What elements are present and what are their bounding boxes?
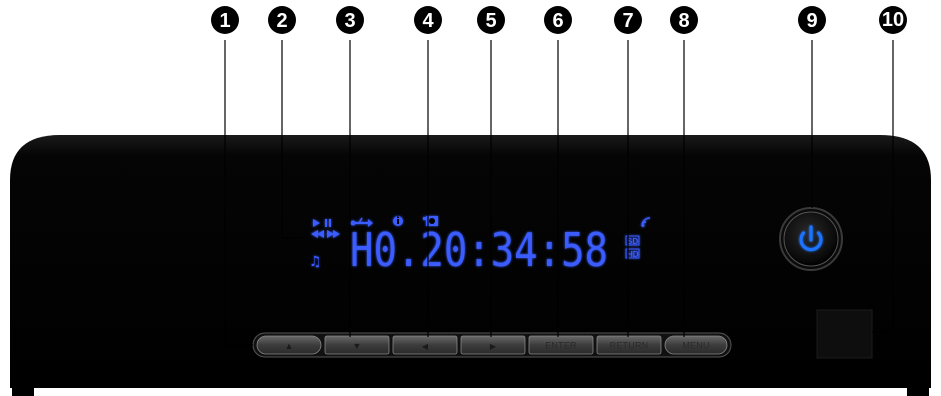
up-button[interactable]: ▲: [256, 335, 322, 355]
svg-text:8: 8: [678, 10, 689, 32]
svg-text:1: 1: [219, 10, 230, 32]
svg-text:3: 3: [344, 10, 355, 32]
svg-text:2: 2: [276, 10, 287, 32]
menu-button[interactable]: MENU: [664, 335, 728, 355]
down-button[interactable]: ▼: [324, 335, 390, 355]
callout-4: 4: [414, 6, 442, 34]
enter-button-label: ENTER: [545, 341, 577, 351]
callout-7: 7: [614, 6, 642, 34]
arrow-left-icon: ◀: [422, 342, 429, 351]
callout-3: 3: [336, 6, 364, 34]
arrow-up-icon: ▲: [285, 341, 294, 351]
enter-button[interactable]: ENTER: [528, 335, 594, 355]
vfd-display: ♫ H0.20:34:58 SD HD: [309, 216, 651, 277]
music-note-icon: ♫: [309, 254, 322, 270]
svg-text:SD: SD: [627, 237, 638, 246]
svg-text:6: 6: [552, 10, 563, 32]
arrow-down-icon: ▼: [353, 341, 362, 351]
callout-1: 1: [211, 6, 239, 34]
return-button-label: RETURN: [610, 341, 649, 351]
callout-10: 10: [879, 6, 907, 34]
return-button[interactable]: RETURN: [596, 335, 662, 355]
svg-text:5: 5: [485, 10, 496, 32]
callout-9: 9: [798, 6, 826, 34]
svg-text:HD: HD: [627, 250, 639, 259]
left-button[interactable]: ◀: [392, 335, 458, 355]
callout-2: 2: [268, 6, 296, 34]
callout-5: 5: [477, 6, 505, 34]
power-button[interactable]: [779, 207, 843, 271]
svg-text:7: 7: [622, 10, 633, 32]
right-button[interactable]: ▶: [460, 335, 526, 355]
svg-text:10: 10: [882, 9, 904, 31]
device-front-illustration: ♫ H0.20:34:58 SD HD ▲ ▼ ◀ ▶ ENTER RETURN…: [10, 6, 931, 396]
time-display: H0.20:34:58: [350, 223, 608, 277]
callout-8: 8: [670, 6, 698, 34]
arrow-right-icon: ▶: [490, 342, 497, 351]
menu-button-label: MENU: [682, 341, 709, 351]
callout-6: 6: [544, 6, 572, 34]
svg-text:9: 9: [806, 10, 817, 32]
svg-text:4: 4: [422, 10, 434, 32]
ir-receiver-window: [816, 309, 873, 359]
